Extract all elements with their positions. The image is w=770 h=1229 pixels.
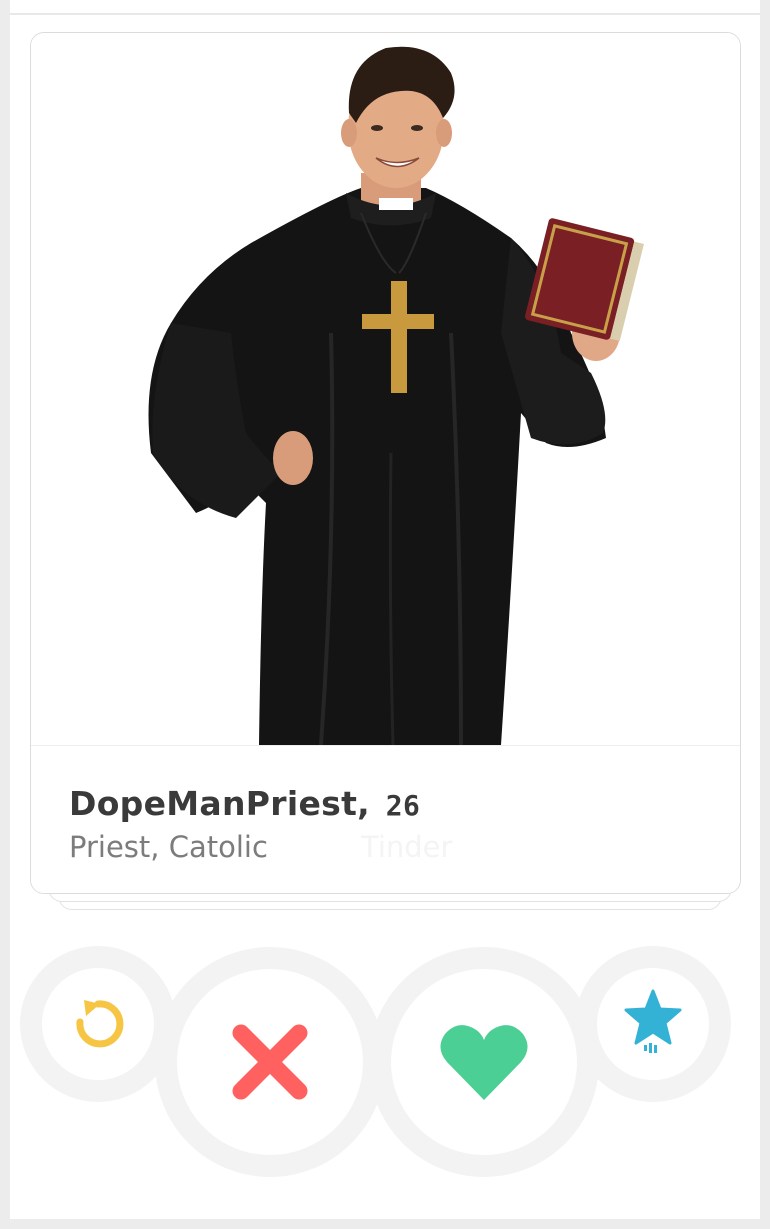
profile-card[interactable]: DopeManPriest, 26 Priest, Catolic Tinder xyxy=(30,32,741,894)
priest-photo-illustration xyxy=(148,46,644,745)
x-icon xyxy=(232,1024,308,1100)
header-divider xyxy=(10,13,760,15)
profile-info: DopeManPriest, 26 Priest, Catolic Tinder xyxy=(31,745,740,893)
nope-button[interactable] xyxy=(155,947,385,1177)
undo-button[interactable] xyxy=(20,946,176,1102)
profile-age: 26 xyxy=(385,789,421,822)
like-button[interactable] xyxy=(369,947,599,1177)
star-icon xyxy=(624,989,682,1053)
undo-arrow-icon xyxy=(76,1000,124,1048)
profile-name: DopeManPriest, xyxy=(69,784,370,823)
profile-job: Priest, Catolic xyxy=(69,830,268,864)
profile-faded-text: Tinder xyxy=(361,830,453,864)
superlike-button[interactable] xyxy=(575,946,731,1102)
heart-icon xyxy=(440,1025,528,1100)
profile-name-row: DopeManPriest, 26 xyxy=(69,784,420,823)
profile-photo xyxy=(31,33,740,745)
